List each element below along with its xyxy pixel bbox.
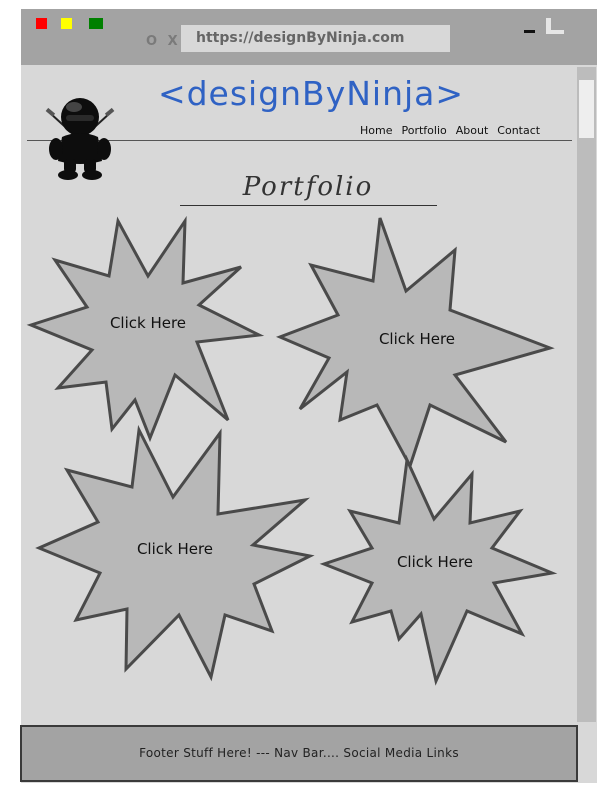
page: O X https://designByNinja.com <designByN… xyxy=(0,0,612,792)
portfolio-grid xyxy=(26,215,558,686)
portfolio-item-1-link[interactable]: Click Here xyxy=(68,314,228,332)
portfolio-item-4-link[interactable]: Click Here xyxy=(355,553,515,571)
portfolio-item-3-link[interactable]: Click Here xyxy=(95,540,255,558)
portfolio-item-2-link[interactable]: Click Here xyxy=(337,330,497,348)
footer: Footer Stuff Here! --- Nav Bar.... Socia… xyxy=(20,725,578,782)
